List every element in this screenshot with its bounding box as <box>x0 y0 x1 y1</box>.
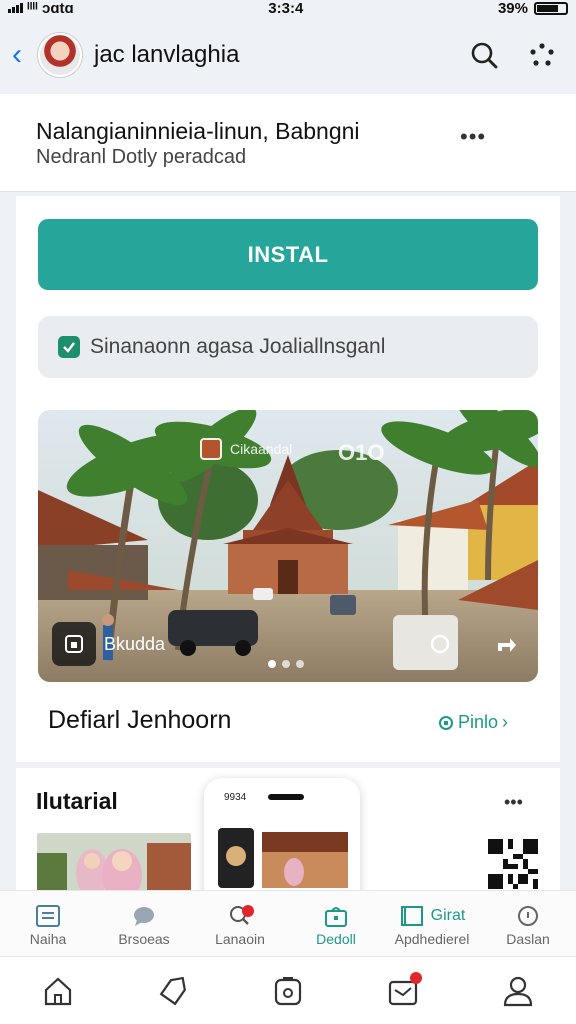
carousel-dot[interactable] <box>296 660 304 668</box>
home-icon[interactable] <box>33 966 83 1016</box>
hero-image[interactable]: Cikaandal О1О Bkudda <box>38 410 538 682</box>
tutorial-title: Ilutarial <box>36 788 118 814</box>
app-name: Nalangianinnieia-linun, Babngni <box>36 118 360 144</box>
chevron-left-icon[interactable]: ‹ <box>12 40 32 70</box>
chevron-right-icon: › <box>502 712 509 732</box>
status-bar: ᴵᴵᴵᴵ ɔɑtɑ 3:3:4 39% <box>0 0 576 17</box>
verified-notice: Sinanaonn agasa Joaliallnsganl <box>38 316 538 378</box>
tutorial-photo <box>37 833 191 893</box>
qr-code[interactable] <box>488 838 538 890</box>
tab-label: Lanaoin <box>215 930 265 947</box>
status-right: 39% <box>498 0 568 17</box>
book-icon: Girat <box>399 901 466 931</box>
tab-label: Apdhedierel <box>394 930 470 947</box>
chat-icon <box>131 901 157 931</box>
hero-chip-label: Bkudda <box>104 633 166 654</box>
check-icon <box>58 336 80 358</box>
section-link-label: Pinlo <box>458 712 499 732</box>
carousel-dot[interactable] <box>268 660 276 668</box>
app-screen: ᴵᴵᴵᴵ ɔɑtɑ 3:3:4 39% ‹ jac lanvlaghia Nal… <box>0 0 576 1024</box>
document-icon <box>35 901 61 931</box>
section-link[interactable]: Pinlo › <box>438 712 508 733</box>
hero-counter: О1О <box>338 440 385 465</box>
tab-apdhedierel[interactable]: Girat Apdhedierel <box>384 891 480 956</box>
tab-label: Dedoll <box>316 930 356 947</box>
record-icon[interactable] <box>422 626 458 662</box>
tab-label: Brsoeas <box>118 930 170 947</box>
avatar[interactable] <box>38 33 82 77</box>
battery-icon <box>533 1 568 15</box>
hero-tag-label: Cikaandal <box>230 441 293 457</box>
tab-dedoll[interactable]: Dedoll <box>288 891 384 956</box>
battery-percent: 39% <box>497 0 528 17</box>
app-info-card: Nalangianinnieia-linun, Babngni Nedranl … <box>0 94 576 192</box>
bag-icon <box>323 901 349 931</box>
notification-badge <box>410 971 423 984</box>
hero-tag: Cikaandal <box>200 438 292 460</box>
share-icon[interactable] <box>488 626 524 662</box>
tab-daslan[interactable]: Daslan <box>480 891 576 956</box>
signal-icon <box>8 3 23 13</box>
category-tabs: Naiha Brsoeas Lanaoin Dedoll Girat Apdhe… <box>0 890 576 956</box>
refresh-icon <box>439 715 453 730</box>
more-options-button[interactable]: ••• <box>460 124 486 150</box>
help-icon <box>515 901 541 931</box>
install-button[interactable]: INSTAL <box>38 219 538 290</box>
camera-icon[interactable] <box>263 966 313 1016</box>
tag-icon <box>200 438 222 460</box>
tab-label: Daslan <box>506 930 550 947</box>
bottom-navigation <box>0 956 576 1024</box>
phone-time: 9934 <box>224 792 247 803</box>
carousel-dot[interactable] <box>282 660 290 668</box>
clock: 3:3:4 <box>268 0 304 17</box>
tab-naiha[interactable]: Naiha <box>0 891 96 956</box>
carousel-indicator[interactable] <box>268 660 304 668</box>
status-left: ᴵᴵᴵᴵ ɔɑtɑ <box>8 0 74 17</box>
inbox-icon[interactable] <box>378 966 428 1016</box>
tab-lanaoin[interactable]: Lanaoin <box>192 891 288 956</box>
profile-icon[interactable] <box>493 966 543 1016</box>
tab-label: Naiha <box>29 930 67 947</box>
notification-badge <box>242 905 254 917</box>
page-title: jac lanvlaghia <box>94 41 240 68</box>
phone-notch <box>268 794 304 800</box>
carrier-label: ᴵᴵᴵᴵ ɔɑtɑ <box>27 0 74 17</box>
tutorial-more-button[interactable]: ••• <box>504 792 523 813</box>
tutorial-thumbnail[interactable] <box>37 833 191 893</box>
search-icon[interactable] <box>462 33 506 77</box>
phone-screen-content <box>218 828 348 888</box>
tag-icon[interactable] <box>148 966 198 1016</box>
tab-extra-label: Girat <box>430 906 466 924</box>
top-app-bar: ‹ jac lanvlaghia <box>0 16 576 94</box>
tab-brsoeas[interactable]: Brsoeas <box>96 891 192 956</box>
section-title: Defiarl Jenhoorn <box>48 706 232 734</box>
app-subtitle: Nedranl Dotly peradcad <box>36 146 247 168</box>
notice-text: Sinanaonn agasa Joaliallnsganl <box>90 335 386 358</box>
gallery-icon <box>52 622 96 666</box>
hero-chip[interactable]: Bkudda <box>52 622 165 666</box>
dots-grid-icon[interactable] <box>520 33 564 77</box>
